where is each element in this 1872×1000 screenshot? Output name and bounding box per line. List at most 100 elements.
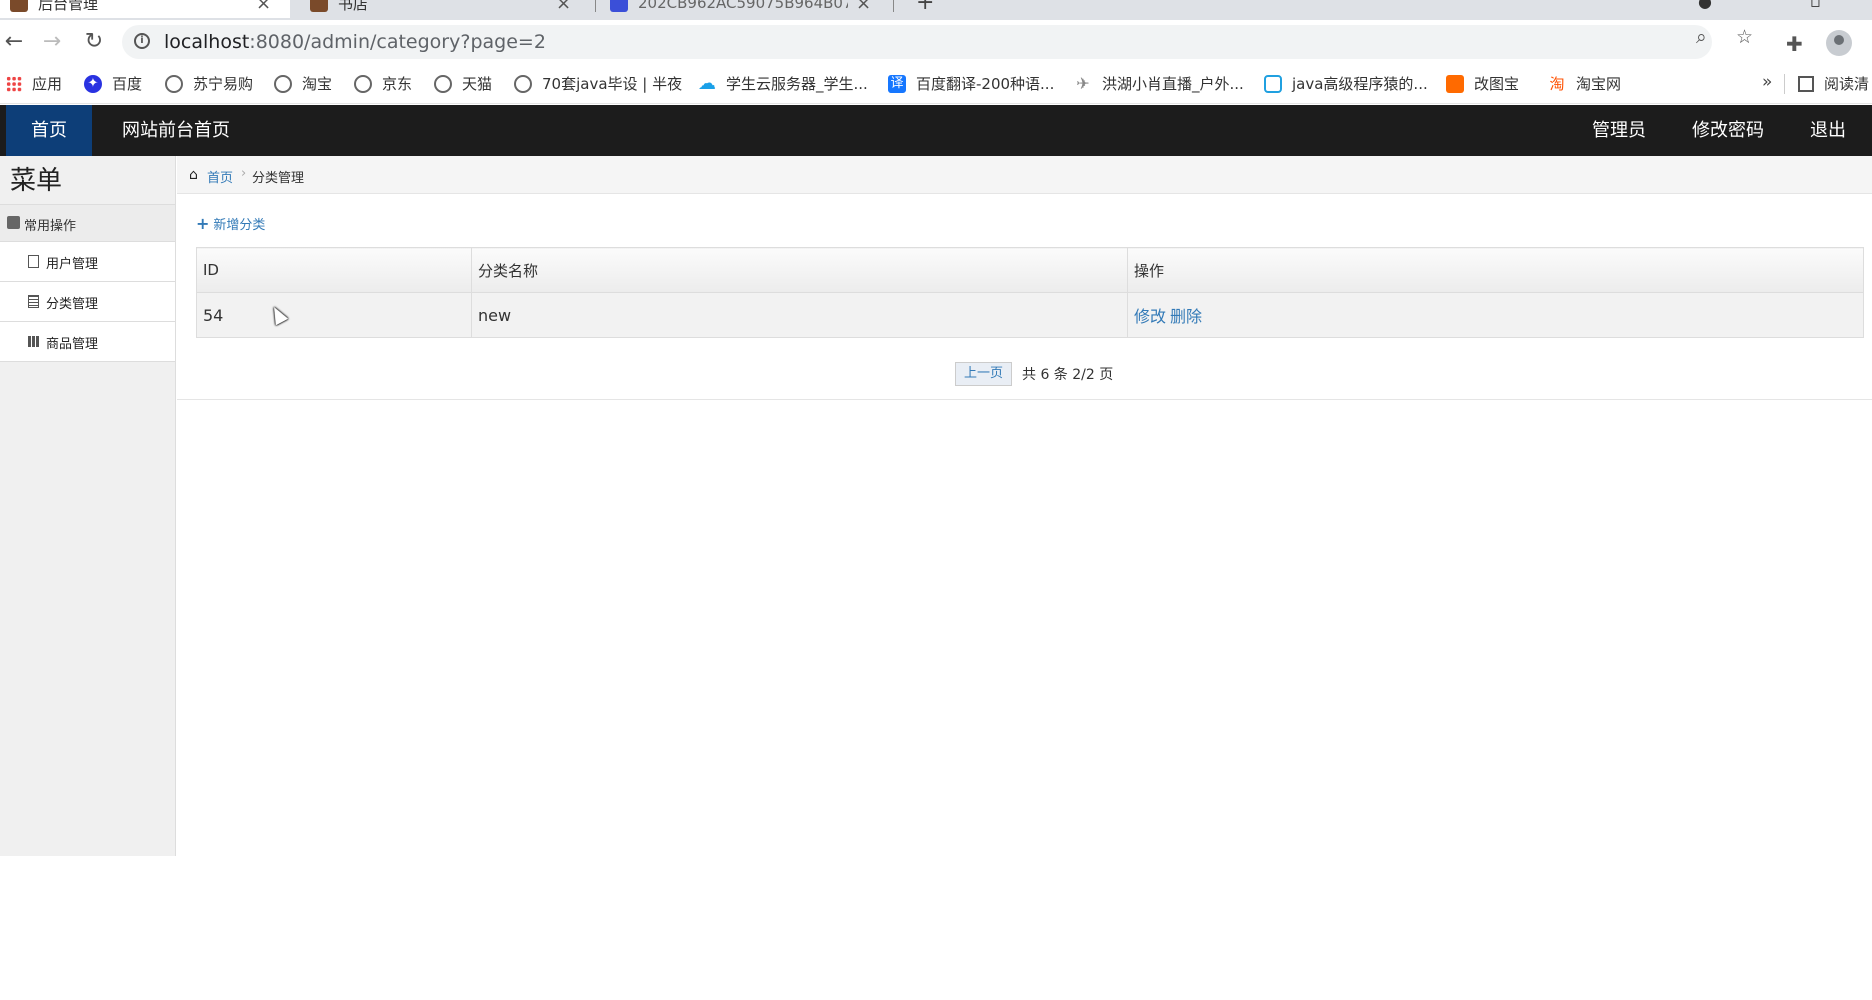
- nav-logout[interactable]: 退出: [1810, 105, 1846, 156]
- nav-home[interactable]: 首页: [6, 105, 92, 156]
- column-header-id: ID: [196, 247, 472, 293]
- close-icon[interactable]: ×: [556, 0, 571, 14]
- zoom-icon[interactable]: ⌕: [1696, 26, 1707, 48]
- browser-tab-md5[interactable]: 202CB962AC59075B964B0715 ×: [600, 0, 890, 18]
- bookmark-taobao-net[interactable]: 淘淘宝网: [1548, 73, 1621, 94]
- chevron-right-icon: ›: [241, 166, 247, 181]
- breadcrumb-home-link[interactable]: 首页: [207, 167, 233, 186]
- taobao-icon: 淘: [1549, 74, 1565, 93]
- bookmark-jd[interactable]: 京东: [354, 73, 412, 94]
- tab-label: 书店: [338, 0, 369, 13]
- browser-tab-bookstore[interactable]: 书店 ×: [300, 0, 590, 18]
- site-info-icon[interactable]: i: [134, 33, 150, 49]
- cell-name: new: [471, 292, 1128, 338]
- browser-toolbar: ← → ↻ i localhost:8080/admin/category?pa…: [0, 20, 1872, 64]
- bookmark-java-projects[interactable]: 70套java毕设 | 半夜: [514, 73, 682, 94]
- close-icon[interactable]: ×: [256, 0, 271, 14]
- close-icon[interactable]: ×: [856, 0, 871, 14]
- bookmark-label: 百度: [112, 75, 143, 93]
- bookmark-student-cloud[interactable]: ☁ 学生云服务器_学生...: [698, 73, 868, 94]
- column-header-actions: 操作: [1127, 247, 1864, 293]
- add-category-button[interactable]: + 新增分类: [196, 214, 265, 233]
- delete-link[interactable]: 删除: [1170, 307, 1202, 326]
- bookmark-label: 京东: [382, 75, 413, 93]
- bookmark-label: 洪湖小肖直播_户外...: [1102, 75, 1244, 93]
- books-icon: [28, 336, 39, 347]
- translate-icon: 译: [888, 74, 906, 93]
- new-tab-icon[interactable]: +: [916, 0, 934, 15]
- reading-list-icon: [1798, 76, 1814, 92]
- add-category-label: 新增分类: [213, 218, 266, 233]
- breadcrumb: ⌂ 首页 › 分类管理: [177, 156, 1872, 194]
- profile-avatar-icon[interactable]: [1826, 30, 1852, 56]
- bookmarks-more-icon[interactable]: »: [1762, 72, 1772, 92]
- tab-label: 202CB962AC59075B964B0715: [638, 0, 848, 12]
- sidebar-group-common[interactable]: 常用操作: [0, 204, 175, 242]
- sidebar-title: 菜单: [10, 166, 63, 196]
- pagination-info: 共 6 条 2/2 页: [1022, 367, 1114, 383]
- address-url: localhost:8080/admin/category?page=2: [164, 31, 546, 53]
- bookmark-suning[interactable]: 苏宁易购: [165, 73, 253, 94]
- baidu-icon: ✦: [84, 74, 102, 93]
- reading-list-button[interactable]: 阅读清: [1798, 73, 1869, 94]
- bookmark-book-icon: [7, 216, 20, 229]
- bookmark-label: 应用: [32, 75, 63, 93]
- reload-icon[interactable]: ↻: [80, 28, 108, 56]
- bookmark-label: java高级程序猿的...: [1292, 75, 1428, 93]
- edit-link[interactable]: 修改: [1134, 307, 1166, 326]
- sidebar-item-users[interactable]: 用户管理: [0, 242, 175, 282]
- bilibili-icon: [1264, 74, 1282, 93]
- apps-icon: [6, 75, 22, 92]
- bookmark-apps[interactable]: 应用: [6, 73, 62, 94]
- bookmark-label: 70套java毕设 | 半夜: [542, 75, 683, 93]
- bookmark-taobao[interactable]: 淘宝: [274, 73, 332, 94]
- bookmark-tmall[interactable]: 天猫: [434, 73, 492, 94]
- sidebar-group-label: 常用操作: [24, 219, 77, 234]
- bookmark-gaitubao[interactable]: 改图宝: [1446, 73, 1519, 94]
- globe-icon: [354, 74, 372, 93]
- bookmark-baidu-translate[interactable]: 译百度翻译-200种语...: [888, 73, 1054, 94]
- sidebar-item-products[interactable]: 商品管理: [0, 322, 175, 362]
- back-icon[interactable]: ←: [0, 28, 28, 56]
- browser-menu-icon[interactable]: ●: [1698, 0, 1712, 11]
- bookmark-baidu[interactable]: ✦ 百度: [84, 73, 142, 94]
- sidebar-item-categories[interactable]: 分类管理: [0, 282, 175, 322]
- browser-tab-admin[interactable]: 后台管理 ×: [0, 0, 290, 18]
- nav-change-password[interactable]: 修改密码: [1692, 105, 1764, 156]
- bookmark-bilibili-java[interactable]: java高级程序猿的...: [1264, 73, 1428, 94]
- url-host: localhost: [164, 31, 250, 53]
- list-icon: [28, 295, 39, 308]
- site-favicon-icon: [10, 0, 28, 12]
- category-table: ID 分类名称 操作 54 new 修改 删除: [196, 247, 1864, 338]
- globe-icon: [165, 74, 183, 93]
- column-header-name: 分类名称: [471, 247, 1128, 293]
- tab-separator: [595, 0, 596, 12]
- sidebar-item-label: 用户管理: [46, 257, 99, 272]
- bookmark-honghu-live[interactable]: ✈ 洪湖小肖直播_户外...: [1074, 73, 1244, 94]
- cell-id: 54: [196, 292, 472, 338]
- file-icon: [28, 255, 39, 268]
- baidu-favicon-icon: [610, 0, 628, 12]
- bookmarks-separator: [1784, 74, 1785, 94]
- globe-icon: [274, 74, 292, 93]
- sidebar: 菜单 常用操作 用户管理 分类管理 商品管理: [0, 156, 176, 856]
- bookmark-star-icon[interactable]: ☆: [1736, 26, 1753, 48]
- prev-page-button[interactable]: 上一页: [955, 362, 1013, 386]
- bookmark-label: 天猫: [462, 75, 493, 93]
- url-path: :8080/admin/category?page=2: [249, 31, 546, 53]
- bookmark-label: 改图宝: [1474, 75, 1520, 93]
- forward-icon[interactable]: →: [38, 28, 66, 56]
- bookmarks-bar: 应用 ✦ 百度 苏宁易购 淘宝 京东 天猫 70套java毕设 | 半夜 ☁ 学生云…: [0, 64, 1872, 104]
- bird-icon: ✈: [1076, 73, 1090, 93]
- minimize-icon[interactable]: ▫: [1810, 0, 1821, 11]
- globe-icon: [434, 74, 452, 93]
- table-row: 54 new 修改 删除: [196, 292, 1864, 338]
- table-header-row: ID 分类名称 操作: [196, 247, 1864, 293]
- globe-icon: [514, 74, 532, 93]
- tab-label: 后台管理: [38, 0, 99, 13]
- extensions-icon[interactable]: ✚: [1786, 32, 1803, 56]
- nav-frontend-home[interactable]: 网站前台首页: [122, 105, 230, 156]
- tab-separator: [893, 0, 894, 12]
- nav-admin[interactable]: 管理员: [1592, 105, 1646, 156]
- address-bar[interactable]: i localhost:8080/admin/category?page=2: [122, 25, 1712, 59]
